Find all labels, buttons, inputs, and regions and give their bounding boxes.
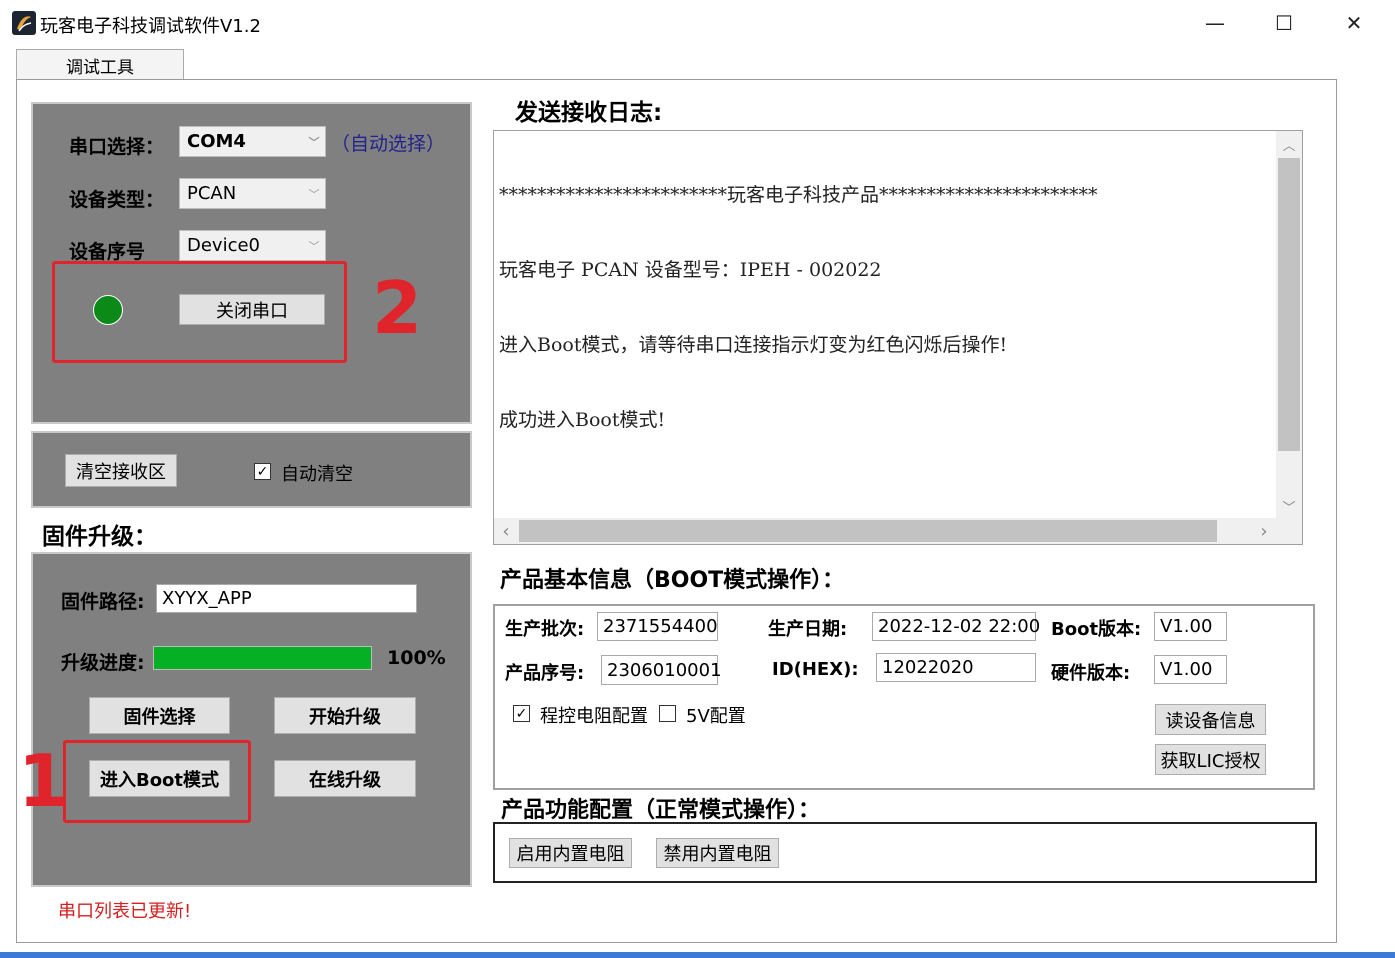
enable-resistor-button[interactable]: 启用内置电阻: [509, 838, 632, 868]
close-button[interactable]: ✕: [1331, 6, 1377, 40]
auto-select-label: （自动选择）: [331, 133, 446, 155]
status-message: 串口列表已更新!: [58, 901, 192, 922]
port-label: 串口选择：: [69, 136, 165, 158]
firmware-path-input[interactable]: XYYX_APP: [156, 584, 417, 613]
maximize-icon: ☐: [1275, 11, 1293, 35]
firmware-path-label: 固件路径:: [61, 591, 145, 613]
clear-receive-button[interactable]: 清空接收区: [65, 454, 177, 487]
app-icon: [12, 11, 36, 35]
online-upgrade-button[interactable]: 在线升级: [274, 760, 416, 797]
annotation-box-2: [52, 261, 347, 363]
scroll-down-icon[interactable]: ﹀: [1276, 493, 1302, 519]
serial-input[interactable]: 2306010001: [601, 655, 722, 685]
check-icon: ✓: [256, 463, 269, 480]
hw-version-input[interactable]: V1.00: [1154, 655, 1227, 684]
minimize-button[interactable]: —: [1192, 6, 1238, 40]
minimize-icon: —: [1205, 11, 1225, 35]
auto-clear-checkbox[interactable]: ✓: [254, 463, 271, 480]
device-type-select[interactable]: PCAN ﹀: [179, 178, 326, 209]
desktop-edge: [0, 952, 1395, 958]
device-index-value: Device0: [187, 235, 261, 256]
five-v-config-label: 5V配置: [686, 706, 746, 727]
firmware-select-label: 固件选择: [123, 706, 196, 728]
boot-version-value: V1.00: [1160, 616, 1213, 637]
scroll-left-icon[interactable]: ‹: [494, 518, 518, 544]
disable-resistor-label: 禁用内置电阻: [663, 844, 772, 865]
batch-label: 生产批次:: [505, 619, 585, 640]
scroll-right-icon[interactable]: ›: [1252, 518, 1276, 544]
online-upgrade-label: 在线升级: [309, 769, 381, 791]
five-v-config-checkbox[interactable]: [659, 705, 676, 722]
product-info-title: 产品基本信息（BOOT模式操作）：: [500, 568, 845, 593]
device-index-label: 设备序号: [69, 241, 146, 263]
log-line: 玩客电子 PCAN 设备型号：IPEH - 002022: [499, 259, 882, 281]
annotation-number-1: 1: [18, 739, 69, 823]
serial-label: 产品序号:: [505, 663, 585, 684]
auto-clear-label: 自动清空: [281, 464, 353, 485]
batch-input[interactable]: 2371554400: [597, 612, 718, 641]
maximize-button[interactable]: ☐: [1261, 6, 1307, 40]
window-title: 玩客电子科技调试软件V1.2: [40, 16, 261, 37]
vertical-scrollbar[interactable]: ︿ ﹀: [1276, 131, 1302, 519]
title-bar: 玩客电子科技调试软件V1.2 — ☐ ✕: [0, 0, 1395, 47]
tab-label: 调试工具: [66, 57, 134, 78]
progress-label: 升级进度:: [61, 652, 145, 674]
boot-version-label: Boot版本:: [1051, 619, 1142, 640]
boot-version-input[interactable]: V1.00: [1154, 612, 1227, 641]
horizontal-scroll-thumb[interactable]: [519, 520, 1217, 542]
date-value: 2022-12-02 22:00: [878, 616, 1041, 637]
log-line: ************************玩客电子科技产品********…: [499, 184, 1098, 206]
serial-value: 2306010001: [607, 659, 722, 681]
device-type-label: 设备类型：: [69, 189, 165, 211]
date-input[interactable]: 2022-12-02 22:00: [872, 612, 1040, 641]
log-content: ************************玩客电子科技产品********…: [499, 133, 1274, 483]
id-value: 12022020: [882, 657, 974, 678]
log-textbox[interactable]: ************************玩客电子科技产品********…: [493, 130, 1303, 545]
read-device-info-button[interactable]: 读设备信息: [1155, 704, 1266, 735]
log-line: 成功进入Boot模式!: [499, 409, 666, 431]
annotation-box-1: [63, 740, 251, 823]
chevron-down-icon: ﹀: [308, 239, 320, 253]
get-lic-label: 获取LIC授权: [1160, 750, 1261, 772]
start-upgrade-label: 开始升级: [309, 706, 381, 728]
progress-bar: [153, 646, 372, 670]
resistor-config-checkbox[interactable]: ✓: [513, 705, 530, 722]
resistor-config-label: 程控电阻配置: [540, 706, 648, 727]
horizontal-scrollbar[interactable]: ‹ ›: [494, 518, 1277, 544]
hw-version-value: V1.00: [1160, 659, 1213, 680]
chevron-down-icon: ﹀: [308, 187, 320, 201]
product-func-title: 产品功能配置（正常模式操作）：: [501, 798, 821, 823]
device-type-value: PCAN: [187, 183, 237, 204]
port-select[interactable]: COM4 ﹀: [179, 126, 326, 157]
port-value: COM4: [187, 131, 246, 152]
tab-debug-tools[interactable]: 调试工具: [16, 49, 184, 80]
scroll-corner: [1276, 518, 1302, 544]
device-index-select[interactable]: Device0 ﹀: [179, 230, 326, 261]
get-lic-button[interactable]: 获取LIC授权: [1155, 744, 1266, 775]
scroll-up-icon[interactable]: ︿: [1276, 131, 1302, 157]
check-icon: ✓: [515, 705, 528, 722]
id-input[interactable]: 12022020: [876, 653, 1036, 682]
log-title: 发送接收日志:: [515, 100, 663, 126]
annotation-number-2: 2: [372, 266, 423, 350]
clear-receive-label: 清空接收区: [76, 461, 166, 483]
vertical-scroll-thumb[interactable]: [1278, 158, 1300, 451]
chevron-down-icon: ﹀: [308, 135, 320, 149]
start-upgrade-button[interactable]: 开始升级: [274, 697, 416, 734]
read-device-info-label: 读设备信息: [1165, 710, 1256, 732]
log-line: 进入Boot模式，请等待串口连接指示灯变为红色闪烁后操作!: [499, 334, 1008, 356]
progress-percent: 100%: [387, 647, 446, 669]
firmware-select-button[interactable]: 固件选择: [89, 697, 230, 734]
close-icon: ✕: [1345, 11, 1363, 35]
batch-value: 2371554400: [603, 616, 718, 637]
firmware-path-value: XYYX_APP: [162, 588, 252, 609]
date-label: 生产日期:: [768, 619, 848, 640]
firmware-section-title: 固件升级：: [42, 524, 157, 550]
id-label: ID(HEX):: [772, 659, 859, 680]
enable-resistor-label: 启用内置电阻: [516, 844, 625, 865]
disable-resistor-button[interactable]: 禁用内置电阻: [656, 838, 779, 868]
progress-fill: [154, 647, 371, 669]
hw-version-label: 硬件版本:: [1051, 663, 1131, 684]
